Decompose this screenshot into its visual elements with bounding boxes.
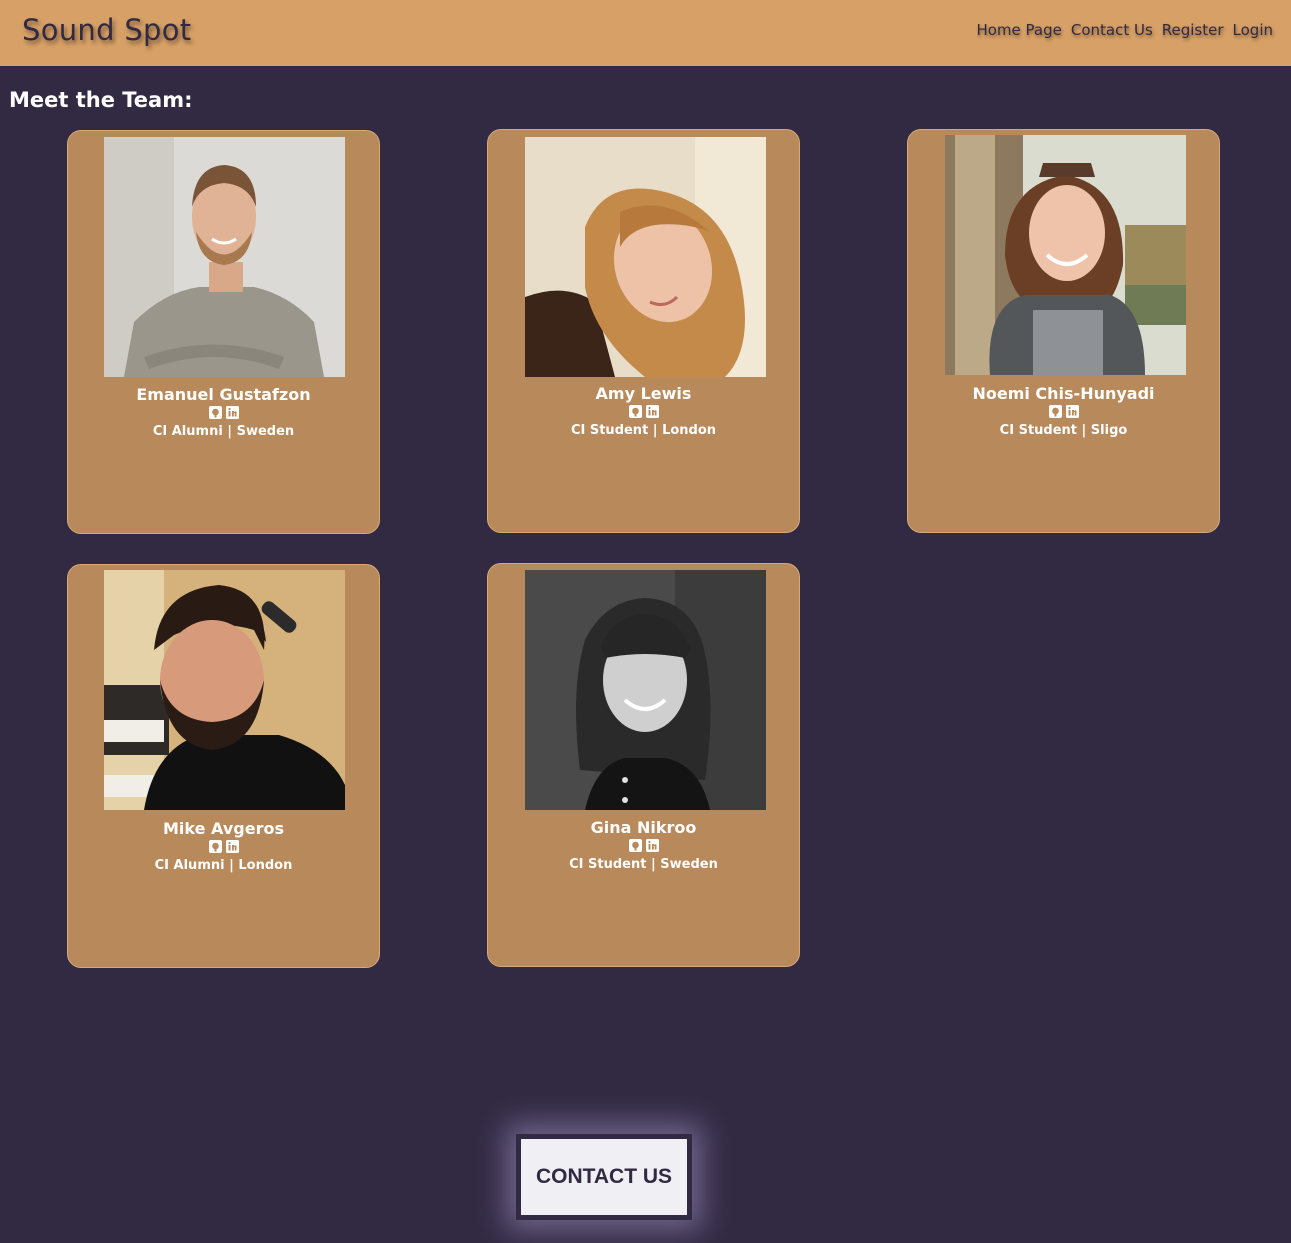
member-name: Gina Nikroo (590, 818, 697, 837)
nav-link-contact[interactable]: Contact Us (1071, 21, 1153, 39)
team-card: Noemi Chis-Hunyadi CI Student | Sligo (907, 129, 1220, 533)
linkedin-icon[interactable] (225, 840, 239, 853)
social-links (68, 406, 379, 419)
nav-link-login[interactable]: Login (1233, 21, 1273, 39)
member-photo (525, 570, 766, 810)
linkedin-icon[interactable] (645, 839, 659, 852)
team-card: Amy Lewis CI Student | London (487, 129, 800, 533)
nav-links: Home Page Contact Us Register Login (976, 21, 1273, 39)
member-name: Amy Lewis (595, 384, 692, 403)
member-photo (525, 137, 766, 377)
github-icon[interactable] (208, 840, 222, 853)
member-name: Emanuel Gustafzon (136, 385, 311, 404)
nav-link-home[interactable]: Home Page (976, 21, 1061, 39)
member-role: CI Student | London (570, 423, 717, 438)
team-card: Mike Avgeros CI Alumni | London (67, 564, 380, 968)
linkedin-icon[interactable] (1065, 405, 1079, 418)
social-links (68, 840, 379, 853)
team-card: Emanuel Gustafzon CI Alumni | Sweden (67, 130, 380, 534)
linkedin-icon[interactable] (645, 405, 659, 418)
nav-link-register[interactable]: Register (1162, 21, 1224, 39)
linkedin-icon[interactable] (225, 406, 239, 419)
section-title: Meet the Team: (9, 88, 193, 112)
navbar: Sound Spot Home Page Contact Us Register… (0, 0, 1291, 66)
member-photo (104, 137, 345, 377)
github-icon[interactable] (628, 839, 642, 852)
team-card: Gina Nikroo CI Student | Sweden (487, 563, 800, 967)
social-links (908, 405, 1219, 418)
member-photo (945, 135, 1186, 375)
member-role: CI Student | Sligo (999, 423, 1128, 438)
social-links (488, 405, 799, 418)
github-icon[interactable] (208, 406, 222, 419)
member-name: Noemi Chis-Hunyadi (972, 384, 1155, 403)
member-role: CI Alumni | Sweden (152, 424, 295, 439)
github-icon[interactable] (628, 405, 642, 418)
member-name: Mike Avgeros (163, 819, 284, 838)
member-role: CI Student | Sweden (569, 857, 718, 872)
contact-us-button[interactable]: CONTACT US (516, 1134, 692, 1220)
social-links (488, 839, 799, 852)
github-icon[interactable] (1048, 405, 1062, 418)
member-photo (104, 570, 345, 810)
member-role: CI Alumni | London (154, 858, 293, 873)
brand-logo[interactable]: Sound Spot (22, 13, 191, 47)
